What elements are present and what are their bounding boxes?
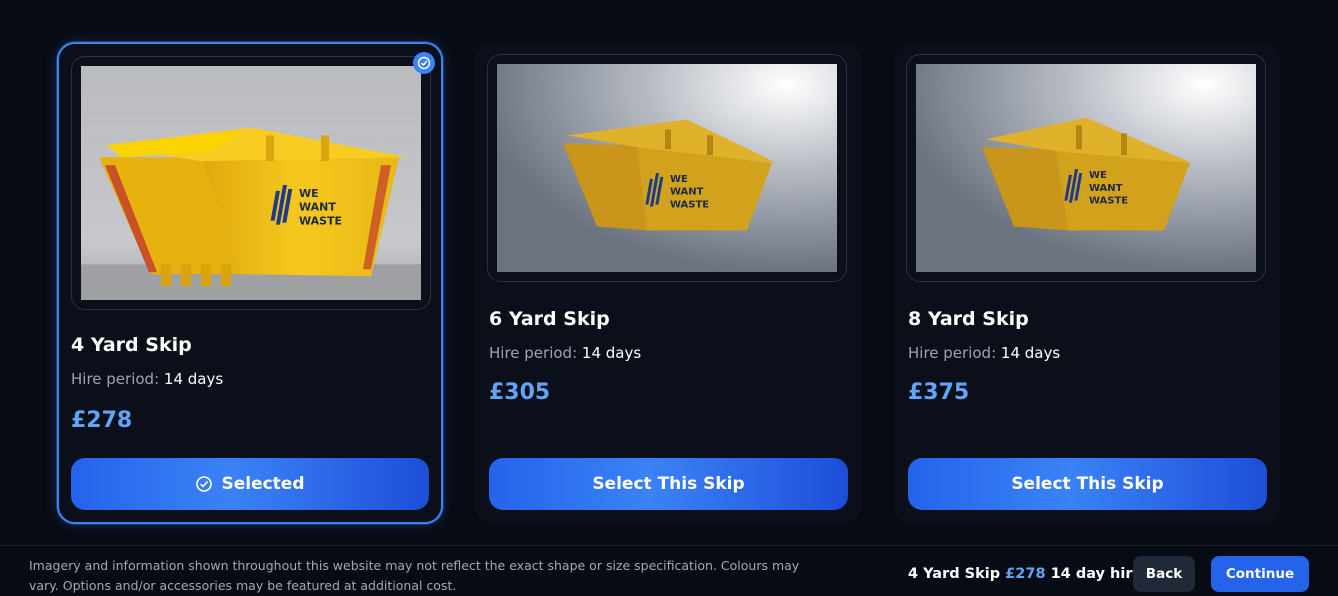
svg-text:WANT: WANT (670, 187, 704, 198)
svg-text:WASTE: WASTE (1089, 196, 1128, 207)
disclaimer-text: Imagery and information shown throughout… (29, 558, 800, 593)
selected-button[interactable]: Selected (71, 458, 429, 510)
svg-text:WASTE: WASTE (670, 200, 709, 211)
hire-period: Hire period: 14 days (71, 370, 223, 388)
hire-period-value: 14 days (1000, 344, 1061, 362)
select-skip-button[interactable]: Select This Skip (908, 458, 1267, 510)
svg-text:WASTE: WASTE (299, 215, 342, 228)
skip-title: 4 Yard Skip (71, 334, 192, 356)
select-button-label: Selected (221, 474, 305, 494)
footer-bar: Imagery and information shown throughout… (0, 545, 1338, 596)
skip-price: £278 (71, 408, 133, 433)
skip-card-6-yard[interactable]: WE WANT WASTE 6 Yard Skip Hire period: 1… (475, 42, 861, 524)
skip-title: 6 Yard Skip (489, 308, 610, 330)
select-button-label: Select This Skip (592, 474, 745, 494)
skip-card-8-yard[interactable]: WE WANT WASTE 8 Yard Skip Hire period: 1… (894, 42, 1280, 524)
hire-period: Hire period: 14 days (489, 344, 641, 362)
check-circle-icon (413, 52, 435, 74)
hire-period-label: Hire period: (489, 344, 578, 362)
check-circle-icon (196, 476, 213, 492)
skip-price: £305 (489, 380, 551, 405)
selection-summary: 4 Yard Skip £278 14 day hire (908, 566, 1142, 582)
summary-period: 14 day hire (1050, 566, 1143, 582)
skip-price: £375 (908, 380, 970, 405)
hire-period-label: Hire period: (908, 344, 997, 362)
select-button-label: Select This Skip (1011, 474, 1164, 494)
continue-button[interactable]: Continue (1211, 556, 1309, 592)
skip-photo: WE WANT WASTE (497, 64, 837, 272)
skip-title: 8 Yard Skip (908, 308, 1029, 330)
hire-period-value: 14 days (163, 370, 224, 388)
skip-image-frame: WE WANT WASTE (71, 56, 431, 310)
skip-photo: WE WANT WASTE (81, 66, 421, 300)
hire-period-label: Hire period: (71, 370, 160, 388)
select-skip-button[interactable]: Select This Skip (489, 458, 848, 510)
svg-text:WE: WE (670, 174, 688, 185)
summary-skip-name: 4 Yard Skip (908, 566, 1001, 582)
back-button[interactable]: Back (1133, 556, 1195, 592)
svg-text:WE: WE (1089, 170, 1107, 181)
skip-image-frame: WE WANT WASTE (487, 54, 847, 282)
svg-text:WE: WE (299, 187, 319, 200)
svg-text:WANT: WANT (299, 201, 336, 214)
summary-price: £278 (1005, 566, 1046, 582)
skip-image-frame: WE WANT WASTE (906, 54, 1266, 282)
hire-period-value: 14 days (581, 344, 642, 362)
hire-period: Hire period: 14 days (908, 344, 1060, 362)
skip-selection-page: WE WANT WASTE 4 Yard Skip Hire period: 1… (0, 0, 1338, 596)
skip-photo: WE WANT WASTE (916, 64, 1256, 272)
svg-text:WANT: WANT (1089, 183, 1123, 194)
skip-card-4-yard[interactable]: WE WANT WASTE 4 Yard Skip Hire period: 1… (57, 42, 443, 524)
